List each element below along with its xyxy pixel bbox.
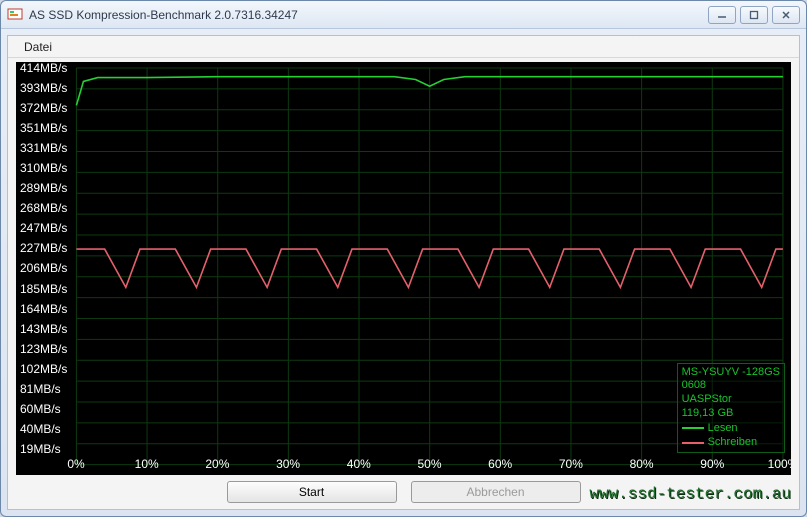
menu-datei[interactable]: Datei <box>16 38 60 56</box>
legend-driver: UASPStor <box>682 393 780 407</box>
legend-box: MS-YSUYV -128GS 0608 UASPStor 119,13 GB … <box>677 363 785 454</box>
minimize-button[interactable] <box>708 6 736 24</box>
button-row: Start Abbrechen <box>8 477 799 509</box>
legend-swatch-read <box>682 427 704 429</box>
legend-write-label: Schreiben <box>708 436 758 450</box>
client-area: Datei 414MB/s393MB/s372MB/s351MB/s331MB/… <box>7 35 800 510</box>
menubar: Datei <box>8 36 799 58</box>
legend-series-write: Schreiben <box>682 436 780 450</box>
maximize-button[interactable] <box>740 6 768 24</box>
legend-read-label: Lesen <box>708 422 738 436</box>
start-button[interactable]: Start <box>227 481 397 503</box>
app-icon <box>7 7 23 23</box>
app-window: AS SSD Kompression-Benchmark 2.0.7316.34… <box>0 0 807 517</box>
legend-firmware: 0608 <box>682 379 780 393</box>
window-controls <box>708 6 800 24</box>
legend-swatch-write <box>682 442 704 444</box>
chart-area: 414MB/s393MB/s372MB/s351MB/s331MB/s310MB… <box>16 62 791 475</box>
legend-capacity: 119,13 GB <box>682 407 780 421</box>
abort-button: Abbrechen <box>411 481 581 503</box>
close-button[interactable] <box>772 6 800 24</box>
legend-device: MS-YSUYV -128GS <box>682 366 780 380</box>
window-title: AS SSD Kompression-Benchmark 2.0.7316.34… <box>29 8 708 22</box>
titlebar: AS SSD Kompression-Benchmark 2.0.7316.34… <box>1 1 806 29</box>
chart-canvas <box>16 62 791 475</box>
legend-series-read: Lesen <box>682 422 780 436</box>
